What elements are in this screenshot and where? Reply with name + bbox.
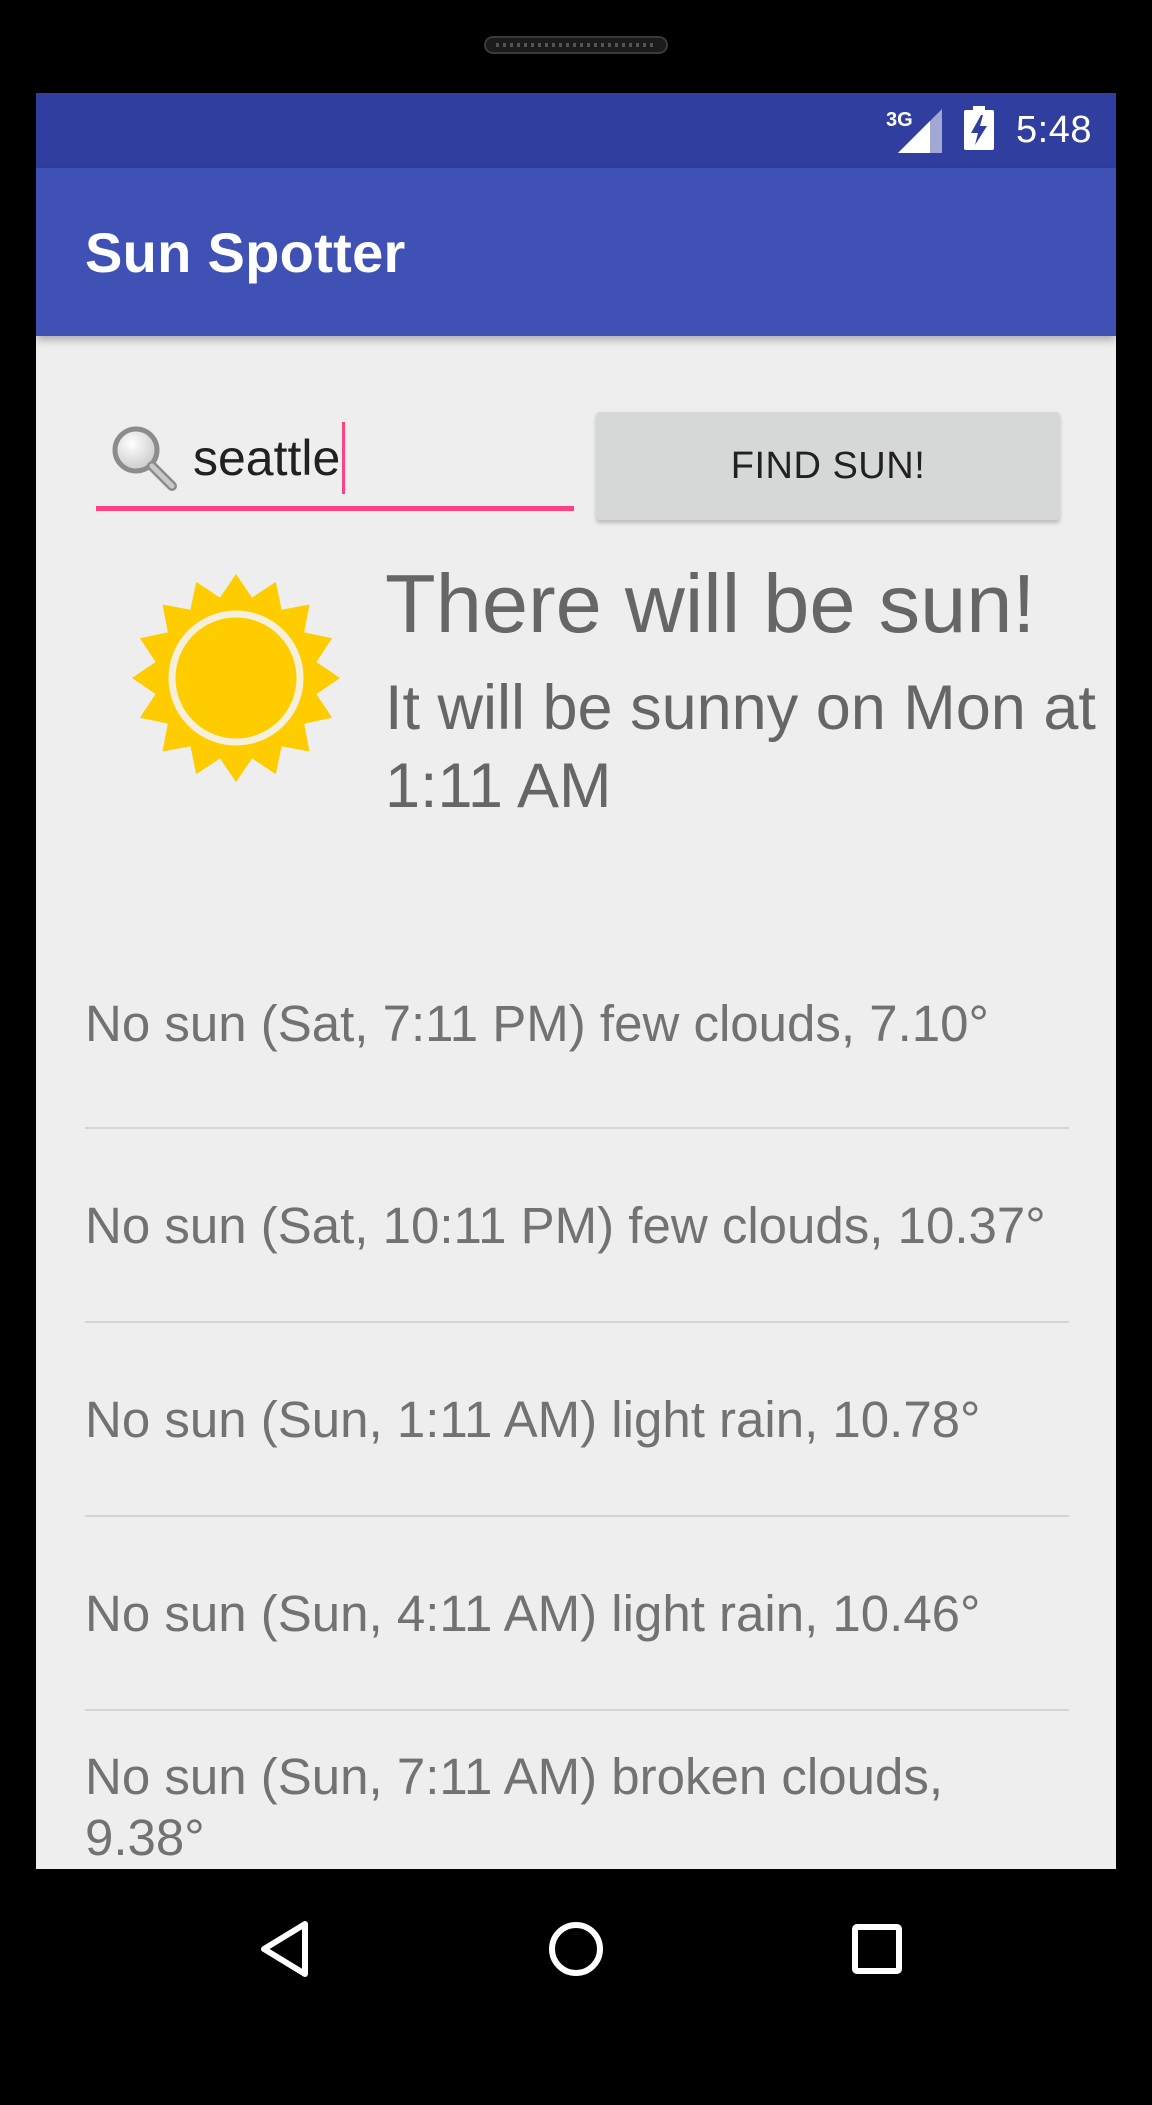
speaker-grille bbox=[484, 36, 668, 54]
forecast-item[interactable]: No sun (Sat, 7:11 PM) few clouds, 7.10° bbox=[85, 920, 1069, 1129]
result-headline: There will be sun! bbox=[385, 557, 1036, 650]
search-input[interactable]: seattle bbox=[193, 422, 346, 494]
back-icon bbox=[261, 1921, 308, 1977]
status-indicators: 3G 5:48 bbox=[886, 93, 1092, 168]
text-cursor bbox=[342, 422, 346, 494]
sun-icon bbox=[132, 574, 340, 782]
back-button[interactable] bbox=[249, 1913, 321, 1985]
recents-button[interactable] bbox=[841, 1913, 913, 1985]
battery-charging-icon bbox=[964, 106, 995, 155]
recents-icon bbox=[852, 1924, 902, 1974]
status-clock: 5:48 bbox=[1016, 109, 1092, 151]
forecast-item[interactable]: No sun (Sun, 7:11 AM) broken clouds, 9.3… bbox=[85, 1711, 1069, 1869]
screen: 3G 5:48 Sun Spotter seattle FIND SUN! Th… bbox=[36, 93, 1116, 1869]
search-icon bbox=[112, 426, 177, 491]
navigation-bar bbox=[36, 1869, 1116, 2049]
search-field[interactable]: seattle bbox=[96, 418, 574, 521]
search-input-value: seattle bbox=[193, 430, 341, 486]
result-subline: It will be sunny on Mon at 1:11 AM bbox=[385, 673, 1096, 821]
forecast-item[interactable]: No sun (Sun, 4:11 AM) light rain, 10.46° bbox=[85, 1517, 1069, 1711]
search-underline bbox=[96, 506, 574, 511]
home-icon bbox=[549, 1922, 603, 1976]
status-bar: 3G 5:48 bbox=[36, 93, 1116, 168]
find-sun-button[interactable]: FIND SUN! bbox=[596, 412, 1060, 520]
forecast-item[interactable]: No sun (Sat, 10:11 PM) few clouds, 10.37… bbox=[85, 1129, 1069, 1323]
app-title: Sun Spotter bbox=[85, 221, 406, 284]
home-button[interactable] bbox=[540, 1913, 612, 1985]
signal-icon: 3G bbox=[886, 108, 943, 153]
forecast-list[interactable]: No sun (Sat, 7:11 PM) few clouds, 7.10° … bbox=[85, 920, 1069, 1869]
app-bar: Sun Spotter bbox=[36, 168, 1116, 336]
device-frame: 3G 5:48 Sun Spotter seattle FIND SUN! Th… bbox=[0, 0, 1152, 2105]
forecast-item[interactable]: No sun (Sun, 1:11 AM) light rain, 10.78° bbox=[85, 1323, 1069, 1517]
